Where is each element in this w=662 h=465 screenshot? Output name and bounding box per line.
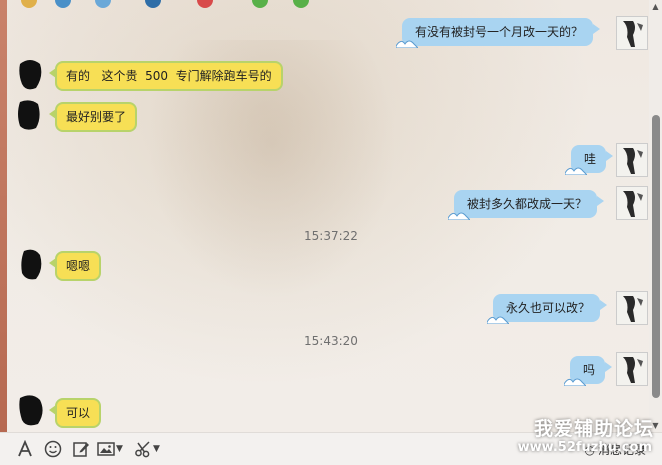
contact-avatar[interactable] <box>16 58 46 92</box>
message-text: 可以 <box>66 406 91 420</box>
contact-avatar[interactable] <box>16 247 46 281</box>
bubble-wave-decoration <box>565 167 587 175</box>
avatar-image <box>617 17 647 49</box>
message-text: 有的 这个贵 500 专门解除跑车号的 <box>66 69 272 83</box>
scroll-up-arrow-icon[interactable]: ▲ <box>649 0 662 13</box>
redacted-avatar-icon <box>21 249 42 280</box>
smiley-icon <box>44 440 62 458</box>
message-text: 被封多久都改成一天？ <box>467 197 588 211</box>
chat-history-panel[interactable]: 有没有被封号一个月改一天的？ 有的 这个贵 500 专门解除跑车号的 最好别要了… <box>7 0 649 432</box>
edit-icon <box>73 442 89 457</box>
redacted-avatar-icon <box>19 395 43 426</box>
chevron-down-icon[interactable]: ▼ <box>116 444 123 454</box>
incoming-message-bubble[interactable]: 可以 <box>48 398 102 428</box>
my-avatar[interactable] <box>616 186 648 220</box>
scissors-icon <box>135 441 150 458</box>
bubble-wave-decoration <box>564 378 586 386</box>
message-timestamp: 15:37:22 <box>304 229 358 243</box>
emoji-button[interactable] <box>44 439 62 459</box>
watermark-url: www.52fuzhu.com <box>517 440 652 455</box>
outgoing-message-bubble[interactable]: 吗 <box>564 356 613 386</box>
scrollbar-thumb[interactable] <box>652 115 660 398</box>
avatar-image <box>617 292 647 324</box>
contact-icon[interactable] <box>145 0 161 8</box>
chat-scrollbar[interactable]: ▲ ▼ <box>649 0 662 432</box>
image-button[interactable]: ▼ <box>97 439 123 459</box>
incoming-message-bubble[interactable]: 嗯嗯 <box>48 251 102 281</box>
message-text: 最好别要了 <box>66 110 127 124</box>
add-contact-icon[interactable] <box>252 0 268 8</box>
image-icon <box>97 442 115 456</box>
screenshot-button[interactable]: ▼ <box>134 439 160 459</box>
message-text: 有没有被封号一个月改一天的？ <box>415 25 584 39</box>
redacted-avatar-icon <box>18 100 40 130</box>
bubble-wave-decoration <box>487 316 509 324</box>
outgoing-message-bubble[interactable]: 哇 <box>565 145 614 175</box>
bubble-wave-decoration <box>396 40 418 48</box>
font-icon <box>18 440 32 457</box>
my-avatar[interactable] <box>616 352 648 386</box>
redacted-avatar-icon <box>19 60 42 90</box>
chevron-down-icon[interactable]: ▼ <box>153 444 160 454</box>
remove-contact-icon[interactable] <box>197 0 213 8</box>
incoming-message-bubble[interactable]: 最好别要了 <box>48 102 138 132</box>
outgoing-message-bubble[interactable]: 永久也可以改？ <box>487 294 608 324</box>
add-group-icon[interactable] <box>293 0 309 8</box>
avatar-image <box>617 144 647 176</box>
outgoing-message-bubble[interactable]: 被封多久都改成一天？ <box>448 190 605 220</box>
my-avatar[interactable] <box>616 16 648 50</box>
avatar-image <box>617 187 647 219</box>
incoming-message-bubble[interactable]: 有的 这个贵 500 专门解除跑车号的 <box>49 61 283 91</box>
bubble-wave-decoration <box>448 212 470 220</box>
avatar-image <box>617 353 647 385</box>
edit-button[interactable] <box>72 439 90 459</box>
watermark-title: 我爱辅助论坛 <box>533 418 654 440</box>
contact-icon[interactable] <box>21 0 37 8</box>
message-text: 嗯嗯 <box>66 259 91 273</box>
my-avatar[interactable] <box>616 143 648 177</box>
top-contact-icons <box>7 0 327 10</box>
message-text: 永久也可以改？ <box>506 301 591 315</box>
my-avatar[interactable] <box>616 291 648 325</box>
contact-icon[interactable] <box>95 0 111 8</box>
outgoing-message-bubble[interactable]: 有没有被封号一个月改一天的？ <box>396 18 601 48</box>
contact-icon[interactable] <box>55 0 71 8</box>
contact-avatar[interactable] <box>14 98 44 132</box>
contact-avatar[interactable] <box>16 394 46 428</box>
window-left-edge <box>0 0 7 464</box>
message-timestamp: 15:43:20 <box>304 334 358 348</box>
font-button[interactable] <box>16 439 34 459</box>
